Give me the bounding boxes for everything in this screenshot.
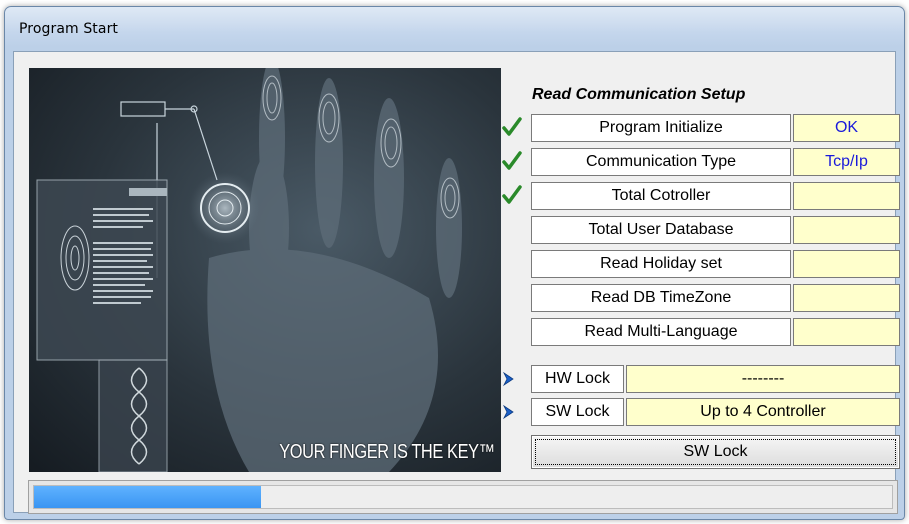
setup-value [793, 182, 900, 210]
setup-label: Read DB TimeZone [531, 284, 791, 312]
hw-lock-row: HW Lock -------- [502, 365, 900, 395]
setup-row-read-holiday-set: Read Holiday set [531, 250, 900, 280]
sw-lock-row: SW Lock Up to 4 Controller [502, 398, 900, 428]
sw-lock-button[interactable]: SW Lock [531, 435, 900, 469]
setup-value [793, 250, 900, 278]
setup-row-total-controller: Total Cotroller [502, 182, 900, 212]
blue-arrow-icon [502, 371, 514, 387]
section-title: Read Communication Setup [532, 86, 746, 103]
setup-value [793, 318, 900, 346]
client-area: YOUR FINGER IS THE KEY™ Read Communicati… [13, 51, 900, 514]
title-bar[interactable]: Program Start [5, 7, 904, 45]
progress-track [33, 485, 893, 509]
hw-lock-label: HW Lock [531, 365, 624, 393]
setup-label: Total Cotroller [531, 182, 791, 210]
setup-row-read-multi-language: Read Multi-Language [531, 318, 900, 348]
setup-label: Read Multi-Language [531, 318, 791, 346]
setup-value [793, 216, 900, 244]
green-check-icon [502, 117, 522, 136]
window-title: Program Start [19, 21, 119, 37]
setup-label: Total User Database [531, 216, 791, 244]
sw-lock-button-label: SW Lock [683, 443, 748, 460]
hand-illustration [36, 68, 462, 472]
slogan-text: YOUR FINGER IS THE KEY™ [279, 441, 496, 463]
setup-label: Program Initialize [531, 114, 791, 142]
progress-bar [28, 480, 898, 514]
sw-lock-value: Up to 4 Controller [626, 398, 900, 426]
setup-row-program-initialize: Program Initialize OK [502, 114, 900, 144]
setup-value: Tcp/Ip [793, 148, 900, 176]
blue-arrow-icon [502, 404, 514, 420]
setup-row-total-user-database: Total User Database [531, 216, 900, 246]
setup-label: Read Holiday set [531, 250, 791, 278]
program-start-window: Program Start YOUR FINGER IS THE KEY™ Re… [4, 6, 905, 520]
setup-value [793, 284, 900, 312]
green-check-icon [502, 185, 522, 204]
hw-lock-value: -------- [626, 365, 900, 393]
setup-row-read-db-timezone: Read DB TimeZone [531, 284, 900, 314]
setup-label: Communication Type [531, 148, 791, 176]
progress-fill [34, 486, 262, 508]
fingerprint-hand-image: YOUR FINGER IS THE KEY™ [29, 68, 501, 472]
setup-row-communication-type: Communication Type Tcp/Ip [502, 148, 900, 178]
green-check-icon [502, 151, 522, 170]
sw-lock-label: SW Lock [531, 398, 624, 426]
setup-value: OK [793, 114, 900, 142]
